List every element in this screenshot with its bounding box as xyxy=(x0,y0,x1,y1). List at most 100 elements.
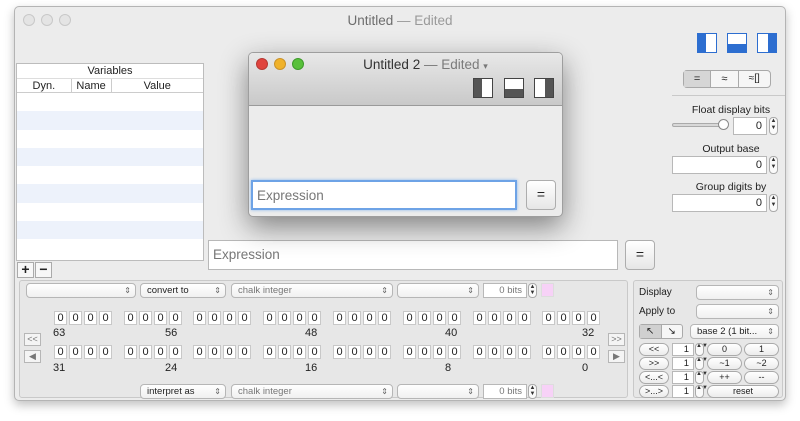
mode-interval-button[interactable]: ≈[] xyxy=(739,71,771,87)
expression-input[interactable]: Expression xyxy=(251,180,517,210)
shift-count-stepper[interactable]: ▲▼ xyxy=(695,343,708,356)
bit-cell[interactable]: 0 xyxy=(99,311,112,325)
shift-right-bottom-button[interactable]: ▶ xyxy=(608,350,625,363)
float-bits-stepper[interactable]: ▲ ▼ xyxy=(769,117,778,135)
bit-cell[interactable]: 0 xyxy=(448,345,461,359)
bit-cell[interactable]: 0 xyxy=(418,345,431,359)
column-value[interactable]: Value xyxy=(112,79,204,92)
layout-right-panel-icon[interactable] xyxy=(757,33,777,53)
bit-cell[interactable]: 0 xyxy=(448,311,461,325)
bit-cell[interactable]: 0 xyxy=(308,311,321,325)
minimize-button[interactable] xyxy=(274,58,286,70)
evaluate-button[interactable]: = xyxy=(625,240,655,270)
shift-count-stepper[interactable]: ▲▼ xyxy=(695,371,708,384)
bit-cell[interactable]: 0 xyxy=(238,311,251,325)
shift-count-field[interactable]: 1 xyxy=(672,357,694,370)
interpret-as-select[interactable]: interpret as ⇕ xyxy=(140,384,226,399)
expression-input[interactable]: Expression xyxy=(208,240,618,270)
bit-cell[interactable]: 0 xyxy=(433,311,446,325)
arrow-down-right-icon[interactable]: ↘ xyxy=(662,325,683,338)
bit-cell[interactable]: 0 xyxy=(223,345,236,359)
bit-cell[interactable]: 0 xyxy=(473,345,486,359)
float-bits-slider[interactable] xyxy=(672,123,724,127)
group-digits-stepper[interactable]: ▲ ▼ xyxy=(769,194,778,212)
remove-variable-button[interactable]: − xyxy=(35,262,52,278)
bits-bottom-stepper[interactable]: ▲ ▼ xyxy=(528,384,537,399)
bit-cell[interactable]: 0 xyxy=(503,311,516,325)
bits-bottom-field[interactable]: 0 bits xyxy=(483,384,527,399)
bit-cell[interactable]: 0 xyxy=(403,345,416,359)
bit-cell[interactable]: 0 xyxy=(154,311,167,325)
bit-cell[interactable]: 0 xyxy=(403,311,416,325)
op-button[interactable]: 1 xyxy=(744,343,779,356)
reset-button[interactable]: reset xyxy=(707,385,779,398)
bit-cell[interactable]: 0 xyxy=(363,345,376,359)
apply-to-select[interactable]: ⇕ xyxy=(696,304,779,319)
bits-top-stepper[interactable]: ▲ ▼ xyxy=(528,283,537,298)
bit-cell[interactable]: 0 xyxy=(124,345,137,359)
variables-table[interactable]: Variables Dyn. Name Value xyxy=(16,63,204,261)
add-variable-button[interactable]: + xyxy=(17,262,34,278)
bit-cell[interactable]: 0 xyxy=(169,311,182,325)
layout-right-panel-icon[interactable] xyxy=(534,78,554,98)
bit-cell[interactable]: 0 xyxy=(154,345,167,359)
op-button[interactable]: ++ xyxy=(707,371,742,384)
bit-cell[interactable]: 0 xyxy=(193,311,206,325)
layout-bottom-panel-icon[interactable] xyxy=(504,78,524,98)
bit-cell[interactable]: 0 xyxy=(69,345,82,359)
convert-subtype-select[interactable]: ⇕ xyxy=(397,283,479,298)
op-button[interactable]: 0 xyxy=(707,343,742,356)
bit-cell[interactable]: 0 xyxy=(308,345,321,359)
bit-cell[interactable]: 0 xyxy=(278,311,291,325)
output-base-field[interactable]: 0 xyxy=(672,156,767,174)
op-button[interactable]: ~1 xyxy=(707,357,742,370)
shift-count-field[interactable]: 1 xyxy=(672,343,694,356)
layout-left-panel-icon[interactable] xyxy=(697,33,717,53)
bits-top-color-well[interactable] xyxy=(541,283,554,297)
arrow-up-left-icon[interactable]: ↖ xyxy=(640,325,662,338)
bit-cell[interactable]: 0 xyxy=(333,311,346,325)
bit-cell[interactable]: 0 xyxy=(587,311,600,325)
output-base-stepper[interactable]: ▲ ▼ xyxy=(769,156,778,174)
bit-cell[interactable]: 0 xyxy=(263,345,276,359)
bit-cell[interactable]: 0 xyxy=(503,345,516,359)
bit-cell[interactable]: 0 xyxy=(54,345,67,359)
op-button[interactable]: ~2 xyxy=(744,357,779,370)
bit-cell[interactable]: 0 xyxy=(542,345,555,359)
bit-cell[interactable]: 0 xyxy=(572,311,585,325)
group-digits-field[interactable]: 0 xyxy=(672,194,767,212)
bit-cell[interactable]: 0 xyxy=(54,311,67,325)
op-button[interactable]: -- xyxy=(744,371,779,384)
base-select[interactable]: base 2 (1 bit... ⇕ xyxy=(690,324,779,339)
shift-left-bottom-button[interactable]: ◀ xyxy=(24,350,41,363)
bit-cell[interactable]: 0 xyxy=(587,345,600,359)
bit-cell[interactable]: 0 xyxy=(518,345,531,359)
layout-left-panel-icon[interactable] xyxy=(473,78,493,98)
shift-op-button[interactable]: >...> xyxy=(639,385,669,398)
bit-cell[interactable]: 0 xyxy=(99,345,112,359)
shift-count-field[interactable]: 1 xyxy=(672,385,694,398)
bit-cell[interactable]: 0 xyxy=(518,311,531,325)
shift-op-button[interactable]: >> xyxy=(639,357,669,370)
bit-cell[interactable]: 0 xyxy=(84,311,97,325)
bit-cell[interactable]: 0 xyxy=(139,345,152,359)
bit-cell[interactable]: 0 xyxy=(223,311,236,325)
bit-cell[interactable]: 0 xyxy=(263,311,276,325)
bit-cell[interactable]: 0 xyxy=(557,345,570,359)
layout-bottom-panel-icon[interactable] xyxy=(727,33,747,53)
bit-cell[interactable]: 0 xyxy=(293,345,306,359)
convert-type-select[interactable]: chalk integer ⇕ xyxy=(231,283,393,298)
float-bits-slider-knob[interactable] xyxy=(718,119,729,130)
bit-cell[interactable]: 0 xyxy=(193,345,206,359)
bit-cell[interactable]: 0 xyxy=(278,345,291,359)
bit-cell[interactable]: 0 xyxy=(363,311,376,325)
shift-op-button[interactable]: << xyxy=(639,343,669,356)
bit-cell[interactable]: 0 xyxy=(378,345,391,359)
shift-op-button[interactable]: <...< xyxy=(639,371,669,384)
input-type-select[interactable]: ⇕ xyxy=(26,283,136,298)
bit-cell[interactable]: 0 xyxy=(238,345,251,359)
column-name[interactable]: Name xyxy=(72,79,112,92)
shift-count-stepper[interactable]: ▲▼ xyxy=(695,385,708,398)
shift-left-top-button[interactable]: << xyxy=(24,333,41,346)
interpret-type-select[interactable]: chalk integer ⇕ xyxy=(231,384,393,399)
